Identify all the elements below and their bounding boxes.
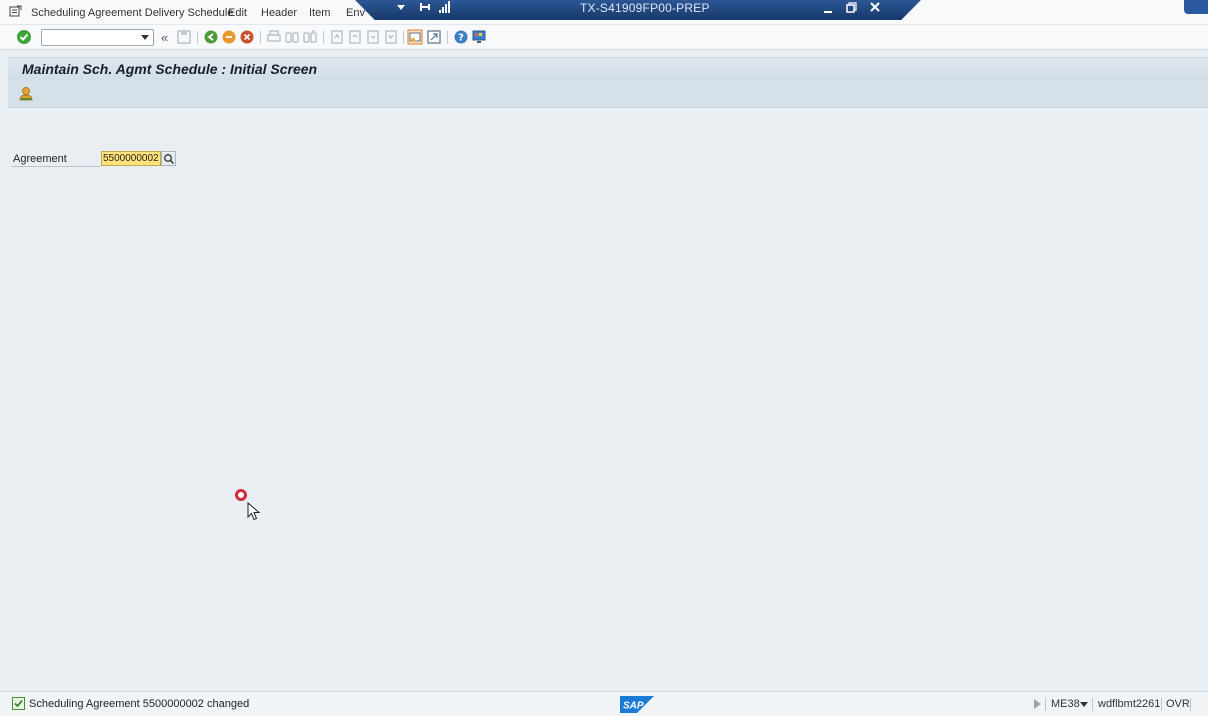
chevron-down-icon[interactable]: [1080, 702, 1088, 707]
first-page-icon[interactable]: [329, 29, 345, 45]
toolbar-separator: [323, 31, 324, 44]
exit-icon[interactable]: [221, 29, 237, 45]
click-indicator: [235, 489, 247, 501]
menu-edit[interactable]: Edit: [228, 7, 247, 19]
remote-session-bar: TX-S41909FP00-PREP: [355, 0, 921, 20]
signal-icon: [437, 0, 453, 16]
standard-toolbar: « ?: [0, 25, 1208, 50]
chevron-down-icon[interactable]: [393, 0, 409, 16]
sap-logo: SAP: [620, 696, 654, 713]
menu-scheduling-agreement[interactable]: Scheduling Agreement Delivery Schedule: [31, 7, 233, 19]
play-icon[interactable]: [1034, 699, 1041, 709]
menu-item[interactable]: Item: [309, 7, 330, 19]
find-icon[interactable]: [284, 29, 300, 45]
minimize-icon[interactable]: [820, 0, 836, 16]
cancel-icon[interactable]: [239, 29, 255, 45]
content-area: [8, 108, 1208, 691]
status-bar: Scheduling Agreement 5500000002 changed …: [0, 691, 1208, 716]
page-title: Maintain Sch. Agmt Schedule : Initial Sc…: [22, 61, 318, 77]
transaction-code[interactable]: ME38: [1051, 698, 1080, 710]
save-icon[interactable]: [176, 29, 192, 45]
enter-checkmark-icon[interactable]: [16, 29, 32, 45]
close-icon[interactable]: [867, 0, 883, 16]
toolbar-separator: [260, 31, 261, 44]
status-separator: [1092, 698, 1093, 711]
chevron-down-icon[interactable]: [141, 35, 149, 40]
corner-tab[interactable]: [1184, 0, 1208, 14]
back-icon[interactable]: [203, 29, 219, 45]
status-separator: [1190, 698, 1191, 711]
help-icon[interactable]: ?: [453, 29, 469, 45]
server-name: wdflbmt2261: [1098, 698, 1161, 710]
toolbar-separator: [197, 31, 198, 44]
menu-environment[interactable]: Env: [346, 7, 365, 19]
print-icon[interactable]: [266, 29, 282, 45]
label-underline: [12, 166, 100, 167]
customize-layout-icon[interactable]: [471, 29, 487, 45]
success-checkbox-icon: [12, 697, 25, 710]
menu-options-icon[interactable]: [9, 5, 22, 17]
other-agreement-icon[interactable]: [18, 86, 34, 102]
search-icon: [164, 154, 175, 165]
agreement-label: Agreement: [13, 153, 67, 165]
mouse-pointer-icon: [247, 502, 261, 521]
title-bar: Maintain Sch. Agmt Schedule : Initial Sc…: [8, 57, 1208, 81]
status-separator: [1161, 698, 1162, 711]
toolbar-separator: [447, 31, 448, 44]
restore-icon[interactable]: [843, 0, 859, 16]
application-toolbar: [8, 81, 1208, 108]
find-next-icon[interactable]: [302, 29, 318, 45]
last-page-icon[interactable]: [383, 29, 399, 45]
double-chevron-left-icon[interactable]: «: [161, 30, 168, 45]
pin-icon[interactable]: [417, 0, 433, 16]
insert-mode[interactable]: OVR: [1166, 698, 1190, 710]
svg-text:?: ?: [458, 33, 464, 44]
remote-session-title: TX-S41909FP00-PREP: [580, 1, 710, 15]
next-page-icon[interactable]: [365, 29, 381, 45]
svg-text:SAP: SAP: [623, 701, 644, 712]
agreement-search-help-button[interactable]: [161, 151, 176, 166]
generate-shortcut-icon[interactable]: [426, 29, 442, 45]
menu-header[interactable]: Header: [261, 7, 297, 19]
command-field[interactable]: [41, 29, 154, 46]
status-message[interactable]: Scheduling Agreement 5500000002 changed: [29, 698, 249, 710]
create-session-icon[interactable]: [407, 29, 423, 45]
status-separator: [1045, 698, 1046, 711]
previous-page-icon[interactable]: [347, 29, 363, 45]
agreement-input[interactable]: 5500000002: [101, 151, 161, 166]
toolbar-separator: [403, 31, 404, 44]
